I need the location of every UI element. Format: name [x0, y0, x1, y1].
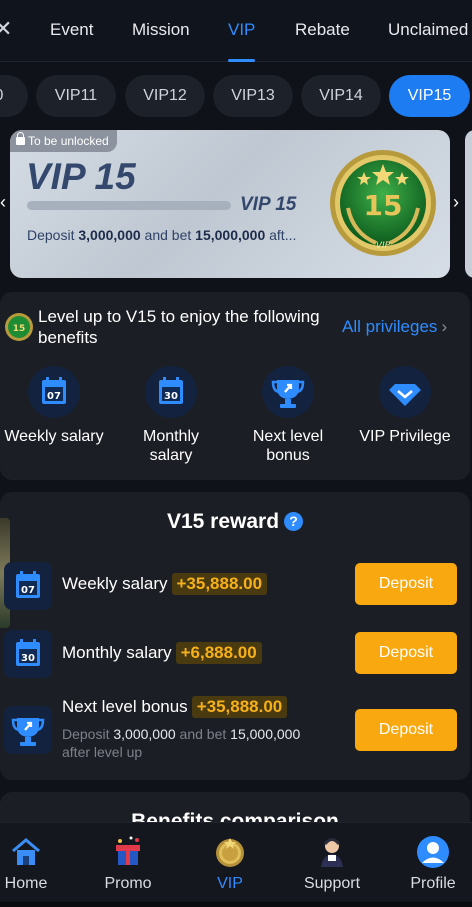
nav-vip[interactable]: VIP — [190, 823, 270, 893]
level-badge-icon: 15 — [5, 313, 33, 341]
vip-chip-selected[interactable]: VIP15 — [389, 75, 470, 117]
nav-label: Home — [4, 875, 48, 892]
req-deposit-amount: 3,000,000 — [78, 227, 141, 243]
benefit-next-level-bonus[interactable]: Next level bonus — [228, 366, 348, 465]
vip-medal-icon — [216, 838, 244, 867]
home-indicator-strip — [0, 902, 472, 907]
benefit-label: VIP Privilege — [359, 428, 451, 445]
req-prefix: Deposit — [27, 227, 79, 243]
calendar-day-text: 30 — [164, 391, 178, 402]
nav-promo[interactable]: Promo — [88, 823, 168, 893]
reward-amount: +6,888.00 — [175, 642, 262, 664]
vip-level-selector: 0 VIP11 VIP12 VIP13 VIP14 VIP15 — [0, 75, 472, 117]
benefit-label: Weekly salary — [4, 428, 104, 445]
cond-suffix: after level up — [62, 744, 143, 760]
chevron-right-icon: › — [441, 317, 448, 336]
calendar-30-icon: 30 — [4, 630, 52, 678]
cond-bet: 15,000,000 — [230, 726, 301, 742]
vip-chip[interactable]: VIP14 — [301, 75, 381, 117]
support-agent-icon — [321, 838, 343, 867]
calendar-day-text: 07 — [21, 585, 35, 596]
deposit-button[interactable]: Deposit — [355, 632, 457, 674]
vip-requirement-text: Deposit 3,000,000 and bet 15,000,000 aft… — [27, 227, 327, 243]
benefit-label: Monthly salary — [142, 428, 200, 464]
tab-event[interactable]: Event — [50, 0, 93, 62]
medal-level-text: 15 — [364, 189, 403, 222]
promo-gift-icon — [116, 836, 140, 865]
vip-medal-icon: 15 VIP — [330, 150, 436, 256]
benefit-vip-privilege[interactable]: VIP Privilege — [345, 366, 465, 446]
reward-title-text: V15 reward — [166, 510, 280, 533]
cond-deposit: 3,000,000 — [113, 726, 176, 742]
vip-chip[interactable]: VIP11 — [36, 75, 116, 117]
cond-mid: and bet — [175, 726, 231, 742]
vip-chip[interactable]: VIP13 — [213, 75, 293, 117]
reward-condition-text: Deposit 3,000,000 and bet 15,000,000 afte… — [62, 725, 332, 761]
vip-chip[interactable]: 0 — [0, 75, 28, 117]
reward-title: V15 reward? — [0, 510, 470, 534]
trophy-icon — [262, 366, 314, 418]
calendar-day-text: 30 — [21, 653, 35, 664]
all-privileges-link[interactable]: All privileges › — [342, 317, 447, 337]
benefit-weekly-salary[interactable]: 07 Weekly salary — [0, 366, 114, 446]
reward-name-text: Next level bonus — [62, 697, 188, 716]
reward-amount: +35,888.00 — [191, 696, 288, 718]
reward-name-text: Weekly salary — [62, 574, 168, 593]
locked-badge: To be unlocked — [10, 130, 117, 152]
card-next-arrow-icon[interactable]: › — [453, 192, 459, 213]
locked-label: To be unlocked — [28, 134, 109, 148]
calendar-07-icon: 07 — [4, 562, 52, 610]
home-icon — [12, 838, 40, 865]
benefits-panel: 15 Level up to V15 to enjoy the followin… — [0, 292, 470, 480]
vip-target-level: VIP 15 — [240, 194, 297, 215]
nav-label: Profile — [410, 875, 456, 892]
nav-label: Support — [303, 875, 361, 892]
nav-support[interactable]: Support — [292, 823, 372, 893]
vip-level-card: To be unlocked VIP 15 VIP 15 Deposit 3,0… — [10, 130, 450, 278]
calendar-day-text: 07 — [47, 391, 61, 402]
reward-panel: V15 reward? 07 Weekly salary +35,888.00 D… — [0, 492, 470, 780]
tab-vip[interactable]: VIP — [228, 0, 256, 62]
lock-icon — [16, 132, 25, 145]
tab-mission[interactable]: Mission — [132, 0, 190, 62]
req-bet-amount: 15,000,000 — [195, 227, 266, 243]
vip-chip[interactable]: VIP12 — [125, 75, 205, 117]
trophy-icon — [4, 706, 52, 754]
back-chevron-icon[interactable]: ✕ — [0, 16, 12, 42]
cond-prefix: Deposit — [62, 726, 114, 742]
benefit-label: Next level bonus — [252, 428, 324, 464]
benefit-monthly-salary[interactable]: 30 Monthly salary — [111, 366, 231, 465]
nav-profile[interactable]: Profile — [393, 823, 472, 893]
req-mid: and bet — [140, 227, 196, 243]
calendar-07-icon: 07 — [28, 366, 80, 418]
vip-card-title: VIP 15 — [26, 156, 136, 197]
vip-page: ✕ Event Mission VIP Rebate Unclaimed 0 V… — [0, 0, 472, 907]
req-suffix: aft... — [265, 227, 297, 243]
vip-progress-bar — [27, 201, 231, 210]
nav-label: Promo — [104, 875, 152, 892]
level-badge-text: 15 — [13, 324, 26, 334]
profile-avatar-icon — [417, 836, 449, 868]
all-privileges-label: All privileges — [342, 317, 438, 336]
card-prev-arrow-icon[interactable]: ‹ — [0, 192, 6, 213]
help-icon[interactable]: ? — [284, 512, 304, 531]
top-tab-bar: ✕ Event Mission VIP Rebate Unclaimed — [0, 0, 472, 62]
nav-home[interactable]: Home — [0, 823, 66, 893]
tab-rebate[interactable]: Rebate — [295, 0, 350, 62]
diamond-icon — [379, 366, 431, 418]
bottom-nav: Home Promo VIP Support Profile — [0, 822, 472, 907]
reward-name: Weekly salary +35,888.00 — [62, 573, 268, 595]
tab-unclaimed[interactable]: Unclaimed — [388, 0, 468, 62]
deposit-button[interactable]: Deposit — [355, 563, 457, 605]
reward-name: Monthly salary +6,888.00 — [62, 642, 262, 664]
next-vip-card-peek[interactable] — [465, 130, 472, 278]
nav-label: VIP — [217, 875, 243, 892]
benefits-title: Level up to V15 to enjoy the following b… — [38, 307, 320, 347]
reward-amount: +35,888.00 — [171, 573, 268, 595]
deposit-button[interactable]: Deposit — [355, 709, 457, 751]
medal-caption-text: VIP — [376, 241, 391, 251]
calendar-30-icon: 30 — [145, 366, 197, 418]
reward-name-text: Monthly salary — [62, 643, 172, 662]
reward-name: Next level bonus +35,888.00 — [62, 696, 288, 718]
